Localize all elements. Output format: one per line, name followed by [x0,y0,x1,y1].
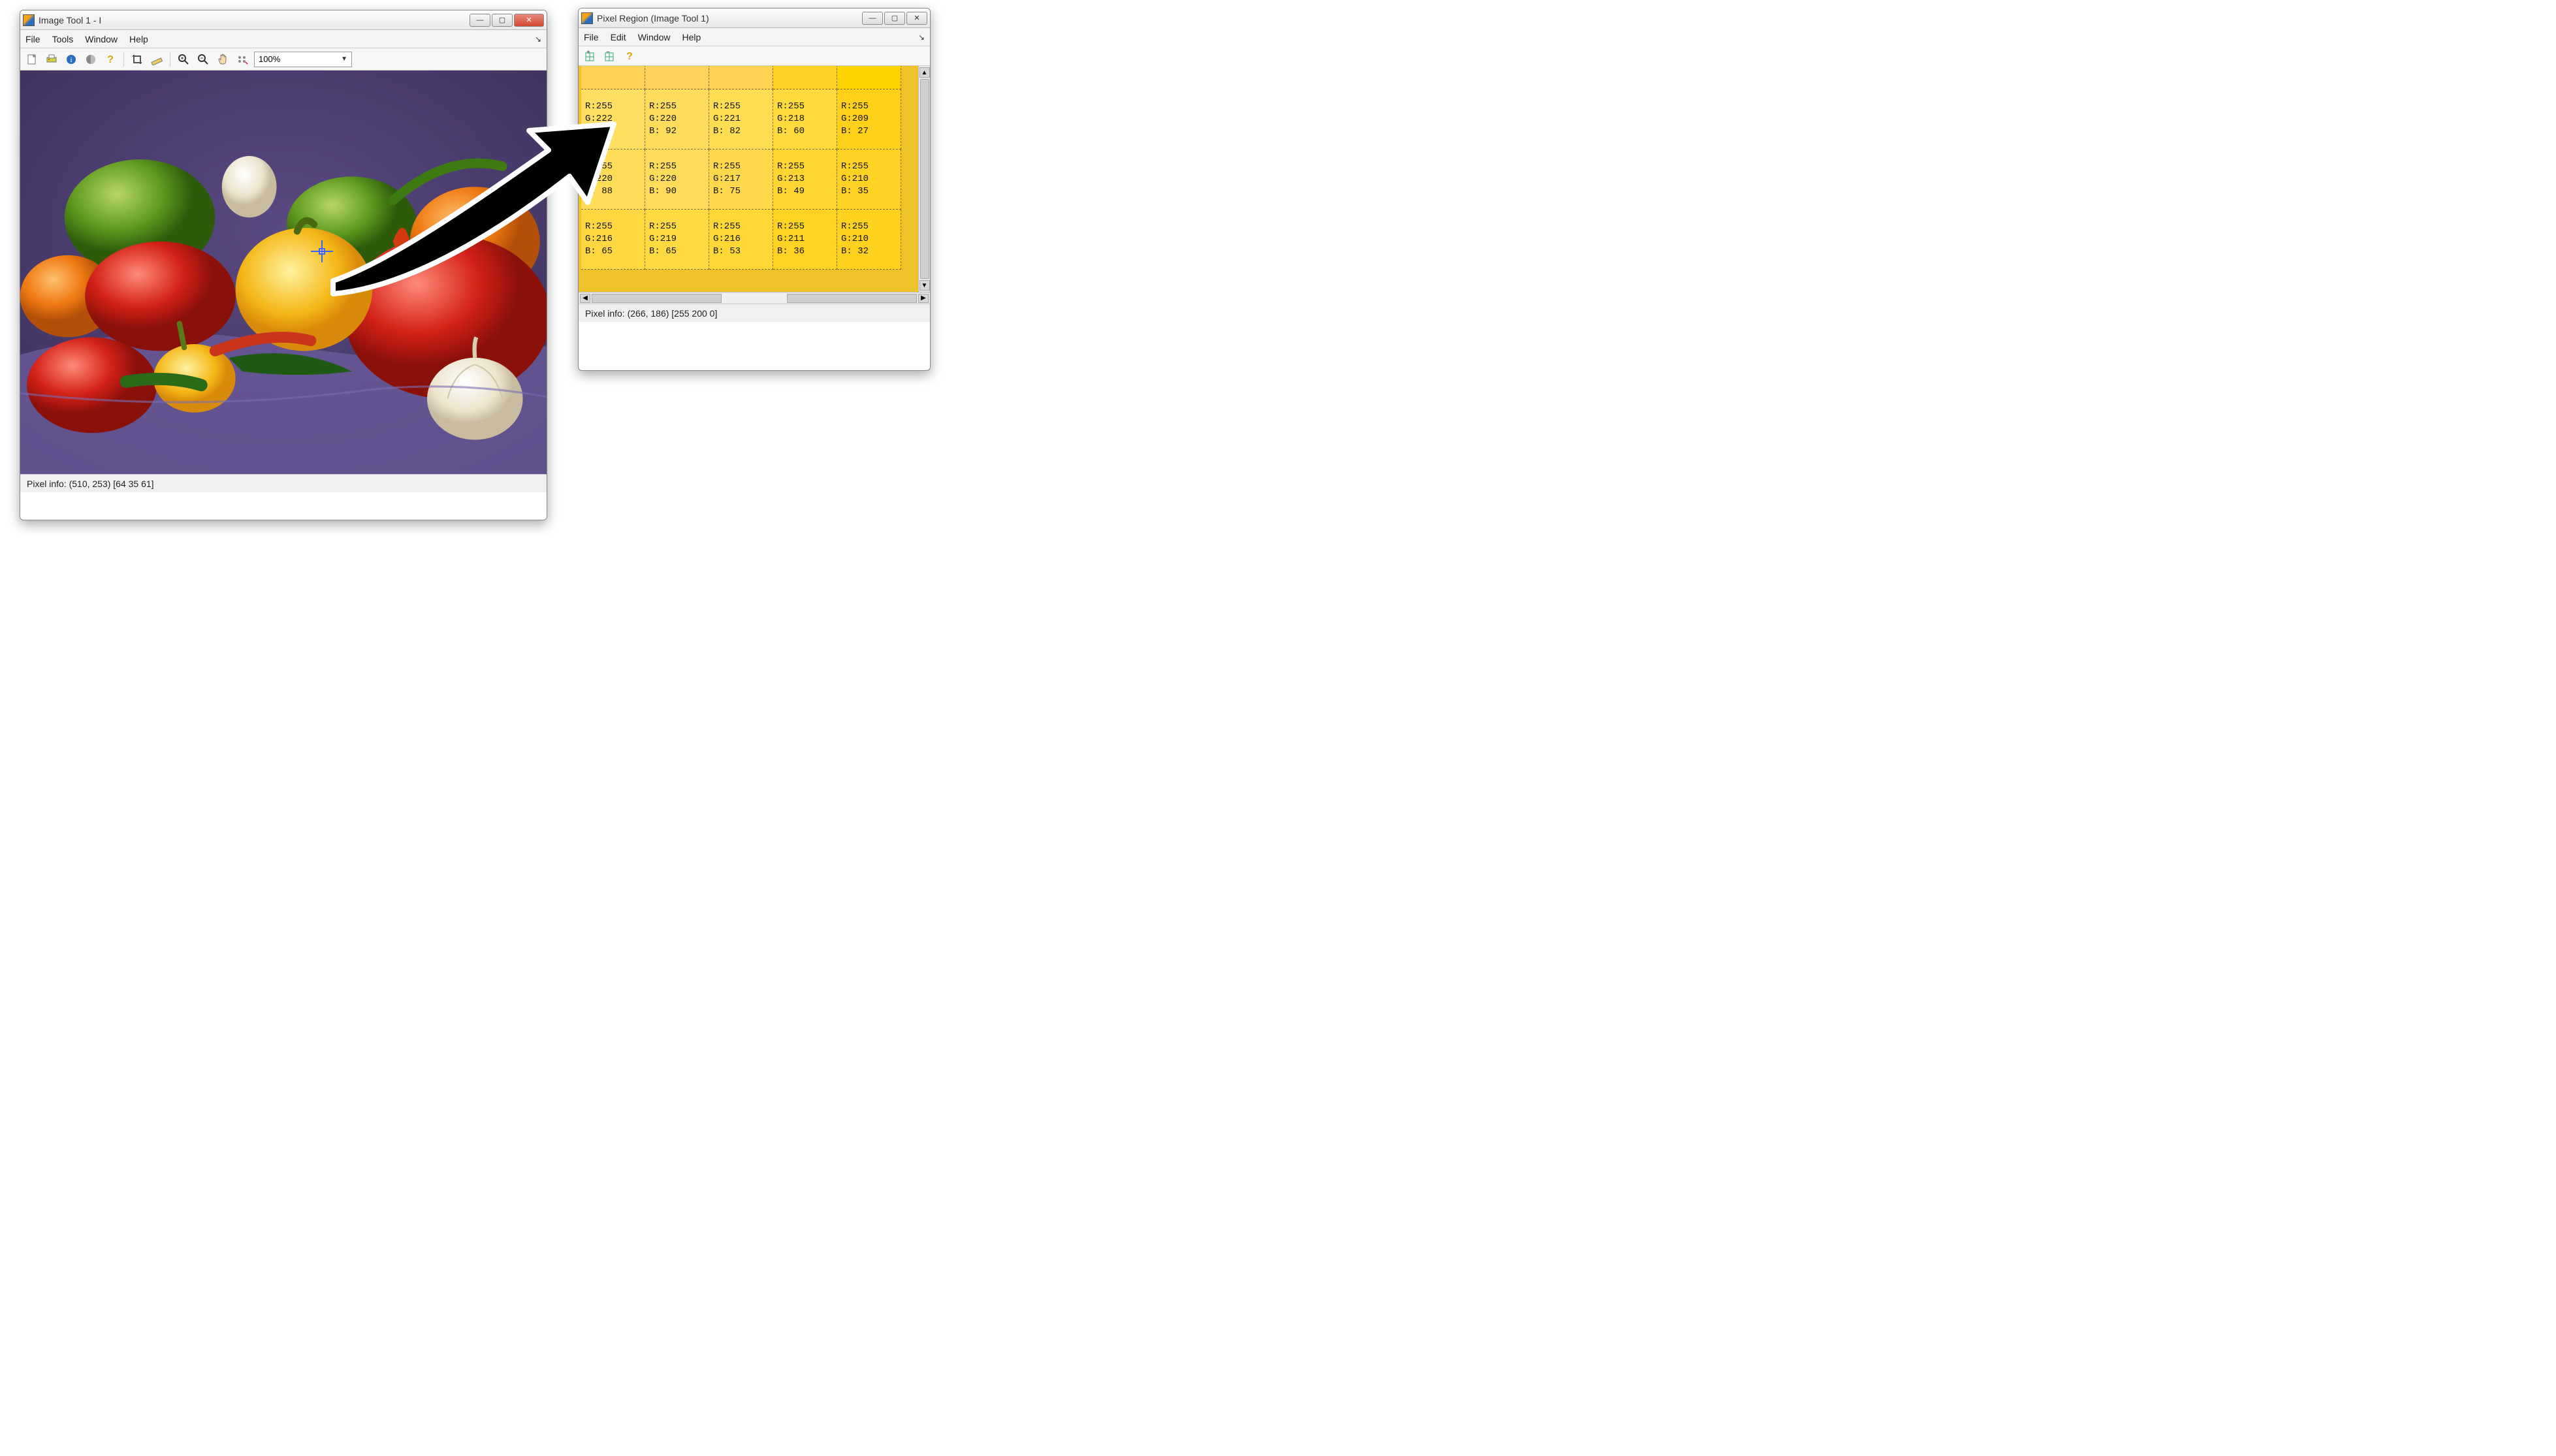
pixel-grid-viewport[interactable]: B: 85B: 92B: 83B: 37B: 4 R:255 G:222 B: 9… [579,66,930,292]
menu-help[interactable]: Help [682,32,701,42]
scroll-left-icon[interactable]: ◀ [580,294,590,303]
menu-file[interactable]: File [584,32,599,42]
statusbar: Pixel info: (510, 253) [64 35 61] [20,474,547,492]
scroll-right-icon[interactable]: ▶ [918,294,929,303]
pixel-cell: R:255 G:218 B: 60 [773,89,837,150]
svg-text:?: ? [107,54,114,65]
menu-tools[interactable]: Tools [52,34,74,44]
overview-icon[interactable] [234,52,250,67]
pixel-cell: R:255 G:220 B: 88 [581,150,645,210]
pixel-cell: R:255 G:211 B: 36 [773,210,837,270]
titlebar[interactable]: Image Tool 1 - I — ▢ ✕ [20,10,547,30]
pixel-cell: R:255 G:209 B: 27 [837,89,901,150]
minimize-button[interactable]: — [862,12,883,25]
menu-overflow-icon[interactable]: ↘ [535,35,541,44]
titlebar[interactable]: Pixel Region (Image Tool 1) — ▢ ✕ [579,8,930,28]
ruler-icon[interactable] [149,52,165,67]
svg-text:?: ? [626,51,633,62]
toolbar: i ? 100% ▼ [20,48,547,71]
window-controls: — ▢ ✕ [470,14,544,27]
image-canvas[interactable] [20,71,547,474]
print-icon[interactable] [44,52,59,67]
peppers-image [20,71,547,474]
zoom-in-grid-icon[interactable]: + [583,48,598,64]
menu-window[interactable]: Window [85,34,118,44]
new-file-icon[interactable] [24,52,40,67]
pixel-grid: B: 85B: 92B: 83B: 37B: 4 R:255 G:222 B: 9… [581,66,901,270]
vertical-scrollbar[interactable]: ▲ ▼ [918,66,930,292]
maximize-button[interactable]: ▢ [492,14,513,27]
svg-text:+: + [586,50,590,56]
pixel-cell: R:255 G:213 B: 49 [773,150,837,210]
zoom-value: 100% [259,54,280,64]
pan-icon[interactable] [215,52,231,67]
pixel-cell: B: 37 [773,66,837,89]
menu-window[interactable]: Window [638,32,671,42]
menu-file[interactable]: File [25,34,40,44]
pixel-cell: R:255 G:222 B: 97 [581,89,645,150]
maximize-button[interactable]: ▢ [884,12,905,25]
pixel-info-text: Pixel info: (510, 253) [64 35 61] [27,479,154,489]
pixel-toolbar: + − ? [579,46,930,66]
pixel-cell: R:255 G:210 B: 32 [837,210,901,270]
scroll-thumb[interactable] [920,79,929,279]
pixel-cell: R:255 G:220 B: 92 [645,89,709,150]
pixel-cell: R:255 G:221 B: 82 [709,89,773,150]
image-tool-window: Image Tool 1 - I — ▢ ✕ File Tools Window… [20,10,547,520]
pixel-cell: R:255 G:219 B: 65 [645,210,709,270]
help-icon[interactable]: ? [103,52,118,67]
menubar: File Tools Window Help ↘ [20,30,547,48]
window-title: Pixel Region (Image Tool 1) [597,13,862,24]
minimize-button[interactable]: — [470,14,490,27]
chevron-down-icon: ▼ [341,55,347,63]
pixel-region-window: Pixel Region (Image Tool 1) — ▢ ✕ File E… [578,8,931,371]
zoom-dropdown[interactable]: 100% ▼ [254,52,352,67]
window-controls: — ▢ ✕ [862,12,927,25]
pixel-info-text: Pixel info: (266, 186) [255 200 0] [585,308,717,319]
pixel-cell: B: 83 [709,66,773,89]
scroll-down-icon[interactable]: ▼ [919,280,930,291]
pixel-cell: R:255 G:210 B: 35 [837,150,901,210]
svg-text:−: − [606,50,610,56]
scroll-up-icon[interactable]: ▲ [919,67,930,78]
scroll-track[interactable] [592,294,917,303]
pixel-cell: R:255 G:216 B: 65 [581,210,645,270]
menubar: File Edit Window Help ↘ [579,28,930,46]
zoom-out-grid-icon[interactable]: − [602,48,618,64]
menu-help[interactable]: Help [129,34,148,44]
pixel-cell: R:255 G:217 B: 75 [709,150,773,210]
close-button[interactable]: ✕ [906,12,927,25]
zoom-in-icon[interactable] [176,52,191,67]
help-icon[interactable]: ? [622,48,637,64]
pixel-cell: B: 85 [581,66,645,89]
pixel-cell: R:255 G:216 B: 53 [709,210,773,270]
close-button[interactable]: ✕ [514,14,544,27]
pixel-cell: R:255 G:220 B: 90 [645,150,709,210]
statusbar: Pixel info: (266, 186) [255 200 0] [579,304,930,322]
toolbar-separator [123,52,124,67]
pixel-cell: B: 92 [645,66,709,89]
horizontal-scrollbar[interactable]: ◀ ▶ [579,292,930,304]
app-icon [23,14,35,26]
contrast-icon[interactable] [83,52,99,67]
menu-overflow-icon[interactable]: ↘ [918,33,925,42]
svg-text:i: i [70,56,72,64]
scroll-thumb[interactable] [787,294,917,303]
scroll-thumb[interactable] [592,294,722,303]
pixel-cell: B: 4 [837,66,901,89]
zoom-out-icon[interactable] [195,52,211,67]
crop-icon[interactable] [129,52,145,67]
info-icon[interactable]: i [63,52,79,67]
app-icon [581,12,593,24]
menu-edit[interactable]: Edit [611,32,626,42]
window-title: Image Tool 1 - I [39,15,470,25]
